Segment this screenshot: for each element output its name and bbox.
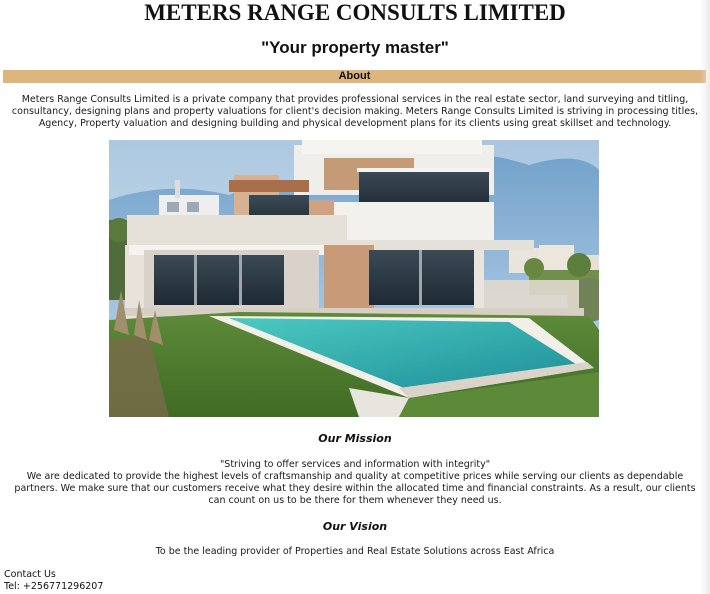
vision-heading: Our Vision — [322, 520, 388, 533]
mission-heading: Our Mission — [318, 432, 392, 445]
contact-section: Contact Us Tel: +256771296207 — [4, 569, 103, 593]
company-name-heading: METERS RANGE CONSULTS LIMITED — [144, 0, 566, 25]
about-paragraph: Meters Range Consults Limited is a priva… — [11, 94, 699, 129]
contact-phone: Tel: +256771296207 — [4, 581, 104, 592]
contact-heading: Contact Us — [4, 569, 56, 580]
vision-paragraph: To be the leading provider of Properties… — [155, 546, 555, 557]
about-section-header: About — [3, 70, 706, 83]
tagline: "Your property master" — [261, 38, 449, 57]
mission-paragraph: We are dedicated to provide the highest … — [14, 471, 696, 506]
page-edge-shadow — [700, 0, 710, 594]
mission-quote: "Striving to offer services and informat… — [219, 459, 491, 470]
hero-image — [109, 140, 599, 417]
about-heading: About — [338, 70, 371, 82]
